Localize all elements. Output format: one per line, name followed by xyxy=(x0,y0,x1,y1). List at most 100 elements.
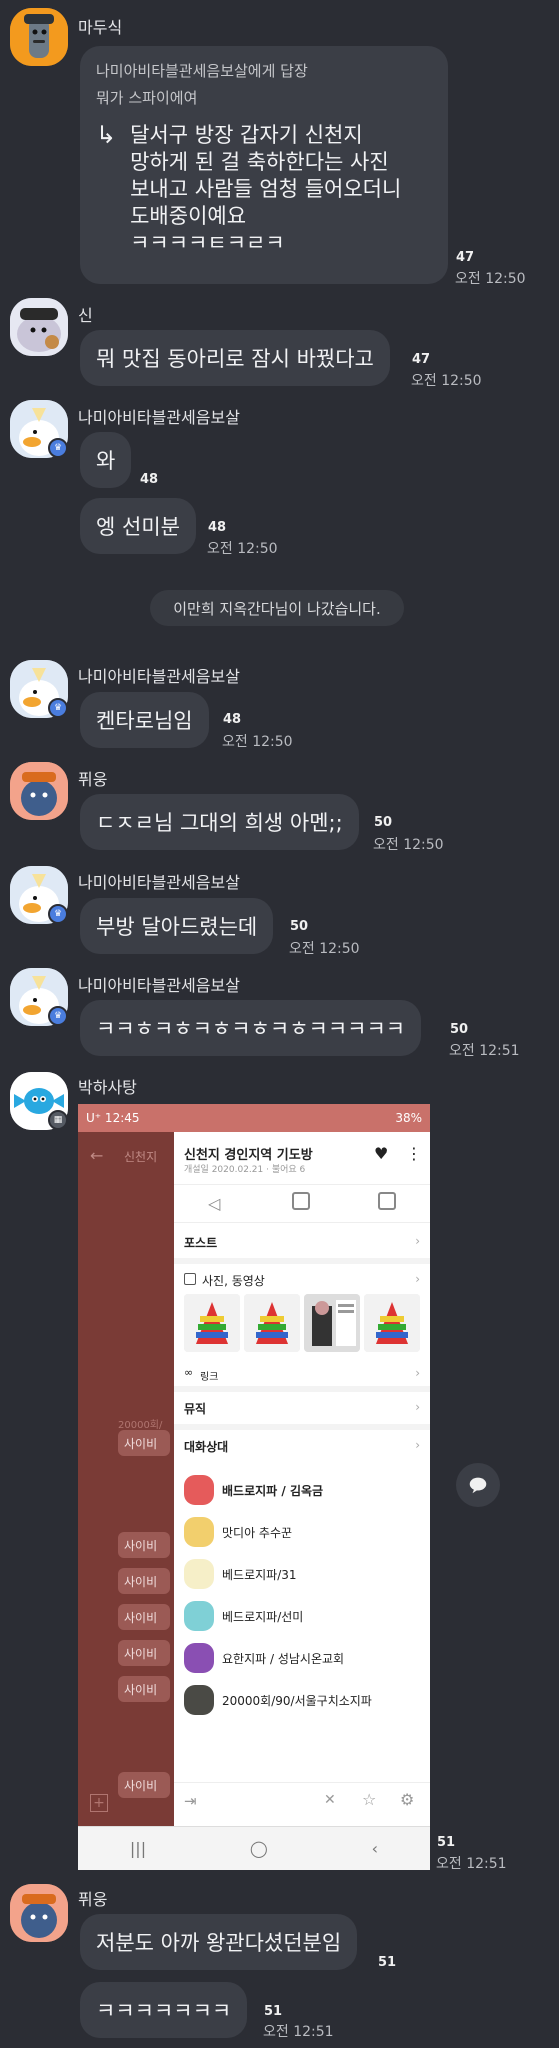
chevron-right-icon: › xyxy=(415,1272,420,1286)
unread-count: 50 xyxy=(374,815,393,830)
sender-name: 나미아비타블관세음보살 xyxy=(78,873,240,892)
member-name: 베드로지파/31 xyxy=(222,1567,297,1582)
member-name: 요한지파 / 성남시온교회 xyxy=(222,1651,345,1666)
drawer-panel: 신천지 경인지역 기도방 개설일 2020.02.21 · 불어요 6 ♥ ⋮ … xyxy=(174,1132,430,1826)
message-bubble[interactable]: ㅋㅋㅎㅋㅎㅋㅎㅋㅎㅋㅎㅋㅋㅋㅋㅋ xyxy=(80,1000,422,1056)
star-icon[interactable]: ☆ xyxy=(362,1790,376,1809)
section-post[interactable]: 포스트 xyxy=(184,1234,217,1251)
recent-apps-icon[interactable]: ||| xyxy=(130,1839,146,1858)
unread-count: 51 xyxy=(378,1955,397,1970)
message-line: 망하게 된 걸 축하한다는 사진 xyxy=(130,150,389,174)
avatar-image xyxy=(10,762,68,820)
timestamp: 오전 12:50 xyxy=(373,837,444,853)
timestamp: 오전 12:50 xyxy=(289,941,360,957)
left-bubble: 사이비 xyxy=(118,1772,170,1798)
member-avatar xyxy=(184,1685,214,1715)
photo-thumbnail[interactable] xyxy=(304,1294,360,1352)
section-music[interactable]: 뮤직 xyxy=(184,1400,206,1417)
timestamp: 오전 12:50 xyxy=(207,541,278,557)
member-row[interactable]: 베드로지파/31 xyxy=(184,1556,297,1592)
member-avatar xyxy=(184,1475,214,1505)
speech-bubble-icon xyxy=(469,1477,487,1494)
message-line: 달서구 방장 갑자기 신천지 xyxy=(130,123,363,147)
unread-count: 48 xyxy=(208,520,227,535)
sender-name: 퓌웅 xyxy=(78,1890,108,1909)
message-bubble[interactable]: 뭐 맛집 동아리로 잠시 바꿨다고 xyxy=(80,330,390,386)
avatar-image xyxy=(10,1884,68,1942)
avatar[interactable] xyxy=(10,298,68,356)
avatar-image xyxy=(10,298,68,356)
system-notice: 이만희 지옥간다님이 나갔습니다. xyxy=(150,590,404,626)
member-avatar xyxy=(184,1517,214,1547)
section-members[interactable]: 대화상대 xyxy=(184,1438,228,1455)
more-icon[interactable]: ⋮ xyxy=(406,1144,422,1163)
section-photo[interactable]: 사진, 동영상 xyxy=(184,1272,265,1289)
photo-thumbnail[interactable] xyxy=(244,1294,300,1352)
bell-off-icon[interactable]: ✕ xyxy=(324,1792,336,1808)
message-bubble[interactable]: 엥 선미분 xyxy=(80,498,196,554)
quote-text: 뭐가 스파이에여 xyxy=(96,89,198,107)
member-row[interactable]: 요한지파 / 성남시온교회 xyxy=(184,1640,344,1676)
home-icon[interactable]: ◯ xyxy=(250,1839,268,1858)
sender-name: 나미아비타블관세음보살 xyxy=(78,667,240,686)
notice-icon[interactable]: ◁ xyxy=(208,1194,220,1213)
member-row[interactable]: 20000회/90/서울구치소지파 xyxy=(184,1682,372,1718)
message-line: 보내고 사람들 엄청 들어오더니 xyxy=(130,177,402,201)
timestamp: 오전 12:50 xyxy=(222,734,293,750)
group-icon: ▦ xyxy=(48,1110,68,1130)
sender-name: 마두식 xyxy=(78,18,123,37)
member-row[interactable]: 베드로지파/선미 xyxy=(184,1598,303,1634)
chevron-right-icon: › xyxy=(415,1366,420,1380)
shared-screenshot[interactable]: U⁺ 12:45 38% ← 신천지 20000회/ 사이비 사이비 사이비 사… xyxy=(78,1104,430,1870)
status-left: U⁺ 12:45 xyxy=(86,1111,140,1125)
crown-icon: ♛ xyxy=(48,904,68,924)
member-name: 배드로지파 / 김옥금 xyxy=(222,1483,324,1498)
message-line: 도배중이예요 xyxy=(130,204,247,228)
member-name: 맛디아 추수꾼 xyxy=(222,1525,293,1540)
link-icon: ∞ xyxy=(184,1366,194,1379)
message-bubble[interactable]: 저분도 아까 왕관다셨던분임 xyxy=(80,1914,358,1970)
avatar[interactable] xyxy=(10,8,68,66)
left-count: 20000회/ xyxy=(118,1420,163,1431)
message-bubble[interactable]: ㄷㅈㄹ님 그대의 희생 아멘;; xyxy=(80,794,359,850)
room-title: 신천지 경인지역 기도방 xyxy=(184,1148,313,1163)
left-bubble: 사이비 xyxy=(118,1430,170,1456)
unread-count: 50 xyxy=(450,1022,469,1037)
crown-icon: ♛ xyxy=(48,698,68,718)
sender-name: 나미아비타블관세음보살 xyxy=(78,976,240,995)
member-row[interactable]: 맛디아 추수꾼 xyxy=(184,1514,292,1550)
member-name: 20000회/90/서울구치소지파 xyxy=(222,1693,372,1708)
message-bubble[interactable]: ㅋㅋㅋㅋㅋㅋㅋ xyxy=(80,1982,248,2038)
exit-icon[interactable]: ⇥ xyxy=(184,1792,197,1810)
android-navbar: ||| ◯ ‹ xyxy=(78,1826,430,1870)
reply-bubble[interactable]: 나미아비타블관세음보살에게 답장 뭐가 스파이에여 ↳ 달서구 방장 갑자기 신… xyxy=(80,46,448,284)
avatar[interactable] xyxy=(10,1884,68,1942)
dimmed-chat: ← 신천지 20000회/ 사이비 사이비 사이비 사이비 사이비 사이비 사이… xyxy=(78,1132,174,1826)
member-name: 베드로지파/선미 xyxy=(222,1609,304,1624)
left-bubble: 사이비 xyxy=(118,1604,170,1630)
settings-icon[interactable]: ⚙ xyxy=(400,1790,414,1809)
left-title: 신천지 xyxy=(124,1150,158,1164)
message-bubble[interactable]: 와 xyxy=(80,432,132,488)
timestamp: 오전 12:51 xyxy=(449,1043,520,1059)
photo-thumbnail[interactable] xyxy=(184,1294,240,1352)
room-subtitle: 개설일 2020.02.21 · 불어요 6 xyxy=(184,1165,306,1175)
member-avatar xyxy=(184,1643,214,1673)
timestamp: 오전 12:50 xyxy=(411,373,482,389)
photo-thumbnail[interactable] xyxy=(364,1294,420,1352)
calendar-icon[interactable] xyxy=(292,1192,310,1210)
reply-icon[interactable] xyxy=(456,1463,500,1507)
member-row[interactable]: 배드로지파 / 김옥금 xyxy=(184,1472,323,1508)
unread-count: 47 xyxy=(456,250,475,265)
message-bubble[interactable]: 켄타로님임 xyxy=(80,692,209,748)
heart-icon[interactable]: ♥ xyxy=(374,1144,388,1163)
back-icon[interactable]: ‹ xyxy=(372,1839,378,1858)
avatar-image xyxy=(10,8,68,66)
member-avatar xyxy=(184,1601,214,1631)
chevron-right-icon: › xyxy=(415,1438,420,1452)
bag-icon[interactable] xyxy=(378,1192,396,1210)
image-icon xyxy=(184,1273,196,1285)
avatar[interactable] xyxy=(10,762,68,820)
sender-name: 박하사탕 xyxy=(78,1078,137,1097)
message-bubble[interactable]: 부방 달아드렸는데 xyxy=(80,898,274,954)
